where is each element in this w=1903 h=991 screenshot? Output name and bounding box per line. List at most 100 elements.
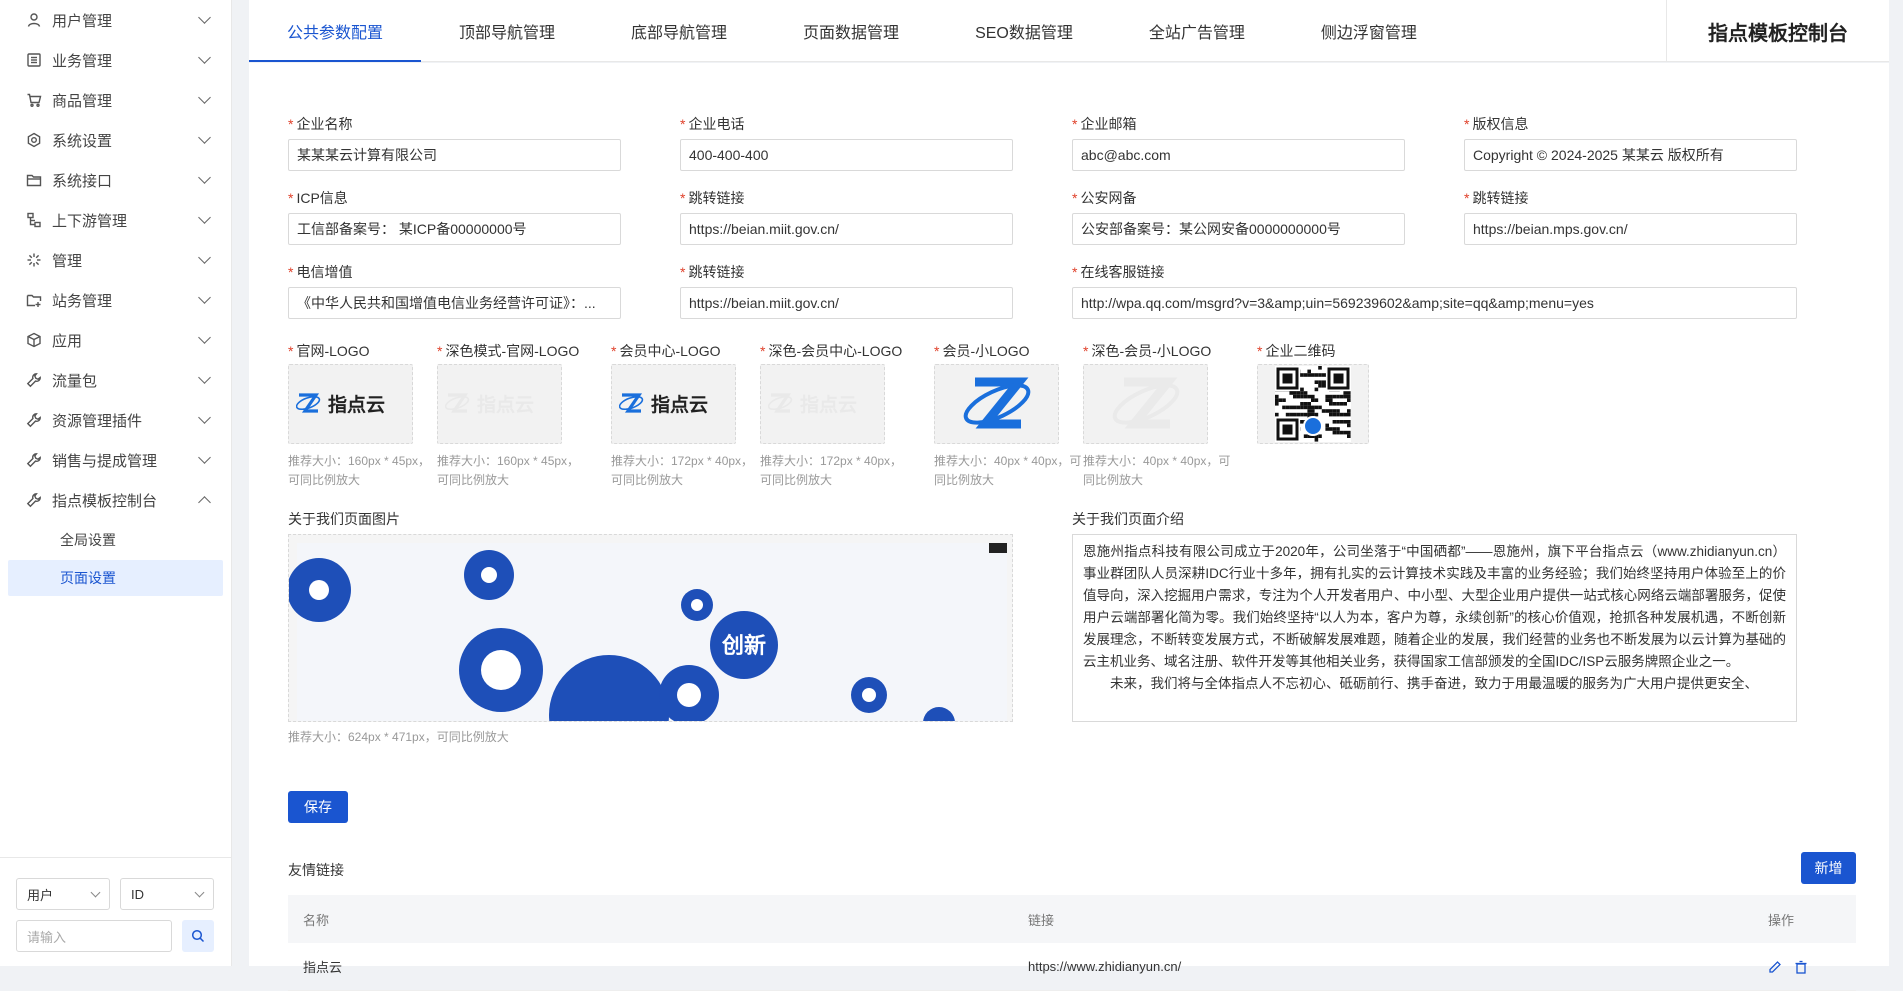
chevron-down-icon (198, 91, 211, 104)
sidebar-item[interactable]: 流量包 (0, 360, 231, 400)
sidebar-item[interactable]: 系统设置 (0, 120, 231, 160)
folder-icon (26, 172, 42, 188)
column-header-actions: 操作 (1768, 912, 1795, 928)
tab[interactable]: SEO数据管理 (937, 0, 1111, 62)
tab[interactable]: 顶部导航管理 (421, 0, 593, 62)
table-row: 指点云 https://www.zhidianyun.cn/ (288, 943, 1856, 991)
filter-field-select[interactable]: ID (120, 878, 214, 910)
sidebar-item[interactable]: 销售与提成管理 (0, 440, 231, 480)
police-label: * 公安网备 (1072, 190, 1137, 206)
logo-size-hint: 推荐大小：172px * 40px， 可同比例放大 (760, 454, 903, 487)
about-image-hint: 推荐大小：624px * 471px，可同比例放大 (288, 730, 509, 744)
telecom-link-label: * 跳转链接 (680, 264, 745, 280)
about-image-upload[interactable]: 创新 (288, 534, 1013, 722)
wrench-icon (26, 412, 42, 428)
logo-size-hint: 推荐大小：160px * 45px， 可同比例放大 (288, 454, 431, 487)
sidebar-item[interactable]: 商品管理 (0, 80, 231, 120)
row-name: 指点云 (303, 960, 343, 975)
svg-text:指点云: 指点云 (328, 394, 385, 416)
search-placeholder: 请输入 (27, 929, 67, 945)
sidebar-item[interactable]: 指点模板控制台 (0, 480, 231, 520)
sidebar-item[interactable]: 应用 (0, 320, 231, 360)
logo-upload-box[interactable] (1257, 364, 1369, 444)
logo-upload-label: * 企业二维码 (1257, 343, 1336, 359)
tab[interactable]: 全站广告管理 (1111, 0, 1283, 62)
logo-upload-box[interactable]: 指点云 (760, 364, 885, 444)
tab[interactable]: 公共参数配置 (249, 0, 422, 62)
company-email-label: * 企业邮箱 (1072, 116, 1137, 132)
icp-link-label: * 跳转链接 (680, 190, 745, 206)
cube-icon (26, 332, 42, 348)
copyright-input[interactable]: Copyright © 2024-2025 某某云 版权所有 (1464, 139, 1797, 171)
add-friend-link-button[interactable]: 新增 (1801, 852, 1856, 884)
company-name-input[interactable]: 某某某云计算有限公司 (288, 139, 621, 171)
sparkle-icon (26, 252, 42, 268)
main-panel: * 企业名称 某某某云计算有限公司 * 企业电话 400-400-400 * 企业邮箱… (249, 63, 1889, 991)
telecom-label: * 电信增值 (288, 264, 353, 280)
sidebar-item-label: 管理 (52, 252, 83, 270)
service-link-input[interactable]: http://wpa.qq.com/msgrd?v=3&amp;uin=5692… (1072, 287, 1797, 319)
police-input[interactable]: 公安部备案号：某公网安备0000000000号 (1072, 213, 1405, 245)
about-image-preview: 创新 (289, 543, 1007, 721)
delete-icon[interactable] (1794, 960, 1808, 974)
logo-image: 指点云 (767, 393, 857, 416)
tab[interactable]: 页面数据管理 (765, 0, 937, 62)
telecom-input[interactable]: 《中华人民共和国增值电信业务经营许可证》：... (288, 287, 621, 319)
row-link: https://www.zhidianyun.cn/ (1028, 959, 1182, 974)
about-text-paragraph: 未来，我们将与全体指点人不忘初心、砥砺前行、携手奋进，致力于用最温暖的服务为广大… (1110, 676, 1758, 691)
filter-field-value: ID (131, 886, 144, 902)
chevron-down-icon (198, 251, 211, 264)
sidebar-item[interactable]: 站务管理 (0, 280, 231, 320)
icp-link-input[interactable]: https://beian.miit.gov.cn/ (680, 213, 1013, 245)
logo-upload-label: * 深色-会员中心-LOGO (760, 343, 903, 359)
friend-links-title: 友情链接 (288, 862, 344, 878)
company-name-label: * 企业名称 (288, 116, 353, 132)
svg-text:指点云: 指点云 (651, 394, 708, 416)
filter-type-select[interactable]: 用户 (16, 878, 110, 910)
logo-upload-box[interactable] (934, 364, 1059, 444)
company-phone-input[interactable]: 400-400-400 (680, 139, 1013, 171)
sidebar-item[interactable]: 系统接口 (0, 160, 231, 200)
sidebar-search-input[interactable]: 请输入 (16, 920, 172, 952)
edit-icon[interactable] (1768, 960, 1782, 974)
svg-text:指点云: 指点云 (800, 394, 857, 416)
logo-upload-box[interactable] (1083, 364, 1208, 444)
sidebar-menu: 用户管理业务管理商品管理系统设置系统接口 上下游管理管理站务管理 应用 流量包 资源管理… (0, 0, 231, 596)
logo-upload-box[interactable]: 指点云 (288, 364, 413, 444)
sidebar-item[interactable]: 用户管理 (0, 0, 231, 40)
logo-upload-label: * 深色-会员-小LOGO (1083, 343, 1212, 359)
sidebar-item-label: 业务管理 (52, 52, 113, 70)
tab[interactable]: 底部导航管理 (593, 0, 765, 62)
logo-upload-box[interactable]: 指点云 (437, 364, 562, 444)
filter-type-value: 用户 (27, 887, 54, 903)
chevron-down-icon (198, 291, 211, 304)
sidebar-search-button[interactable] (182, 920, 214, 952)
sidebar-item[interactable]: 管理 (0, 240, 231, 280)
sidebar-item[interactable]: 资源管理插件 (0, 400, 231, 440)
chevron-down-icon (198, 371, 211, 384)
sidebar-item-label: 系统设置 (52, 132, 113, 150)
logo-upload-label: * 会员-小LOGO (934, 343, 1030, 359)
sidebar-item[interactable]: 上下游管理 (0, 200, 231, 240)
icp-input[interactable]: 工信部备案号： 某ICP备00000000号 (288, 213, 621, 245)
sidebar-subitem[interactable]: 全局设置 (8, 522, 223, 558)
icp-label: * ICP信息 (288, 190, 348, 206)
friend-links-table-header: 名称 链接 操作 (288, 895, 1856, 943)
sidebar-item-label: 销售与提成管理 (52, 452, 158, 470)
wrench-icon (26, 452, 42, 468)
police-link-label: * 跳转链接 (1464, 190, 1529, 206)
sidebar-item-label: 指点模板控制台 (52, 492, 158, 510)
sidebar-subitem[interactable]: 页面设置 (8, 560, 223, 596)
company-email-input[interactable]: abc@abc.com (1072, 139, 1405, 171)
logo-upload-label: * 官网-LOGO (288, 343, 370, 359)
telecom-link-input[interactable]: https://beian.miit.gov.cn/ (680, 287, 1013, 319)
tab[interactable]: 侧边浮窗管理 (1283, 0, 1455, 62)
about-text-area[interactable]: 恩施州指点科技有限公司成立于2020年，公司坐落于“中国硒都”——恩施州，旗下平… (1072, 534, 1797, 722)
logo-upload-box[interactable]: 指点云 (611, 364, 736, 444)
sidebar-item[interactable]: 业务管理 (0, 40, 231, 80)
about-image-caption: 创新 (721, 633, 766, 659)
police-link-input[interactable]: https://beian.mps.gov.cn/ (1464, 213, 1797, 245)
save-button[interactable]: 保存 (288, 791, 348, 823)
console-title: 指点模板控制台 (1666, 0, 1889, 62)
search-icon (191, 929, 205, 943)
